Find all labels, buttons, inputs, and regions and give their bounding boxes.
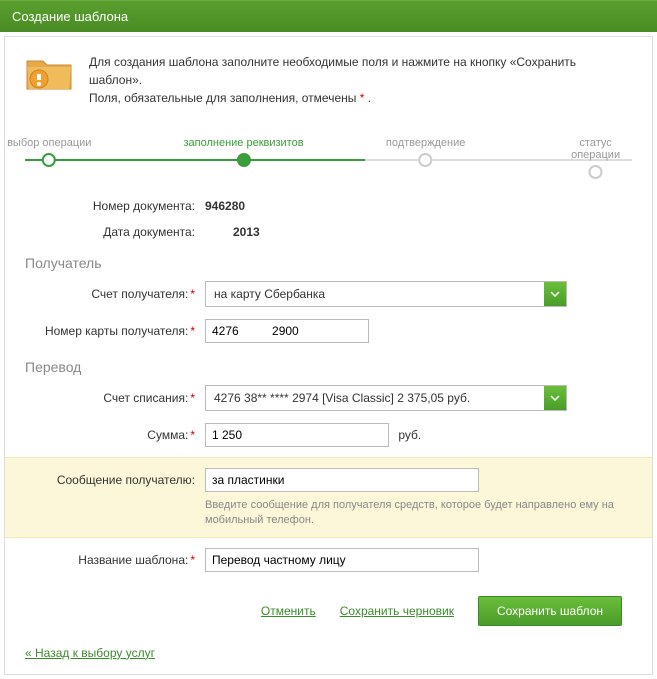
section-recipient: Получатель xyxy=(25,255,632,271)
recipient-account-label: Счет получателя: xyxy=(91,287,188,301)
doc-number-label: Номер документа: xyxy=(25,199,205,213)
progress-steps: выбор операции заполнение реквизитов под… xyxy=(25,137,632,167)
step-status: статус операции xyxy=(571,137,620,182)
message-hint: Введите сообщение для получателя средств… xyxy=(205,494,632,529)
message-label: Сообщение получателю: xyxy=(25,473,205,487)
save-template-button[interactable]: Сохранить шаблон xyxy=(478,596,622,626)
page-title: Создание шаблона xyxy=(12,9,128,24)
recipient-card-label: Номер карты получателя: xyxy=(45,324,188,338)
template-name-label: Название шаблона: xyxy=(78,553,188,567)
intro-text: Для создания шаблона заполните необходим… xyxy=(89,53,632,107)
page-header: Создание шаблона xyxy=(0,0,657,32)
actions-bar: Отменить Сохранить черновик Сохранить ша… xyxy=(5,578,652,640)
amount-input[interactable] xyxy=(205,423,389,447)
chevron-down-icon xyxy=(544,386,566,410)
doc-date-label: Дата документа: xyxy=(25,225,205,239)
save-draft-link[interactable]: Сохранить черновик xyxy=(340,604,454,618)
message-block: Сообщение получателю: Введите сообщение … xyxy=(5,457,652,538)
debit-account-select[interactable]: 4276 38** **** 2974 [Visa Classic] 2 375… xyxy=(205,385,567,411)
recipient-card-input[interactable] xyxy=(205,319,369,343)
chevron-down-icon xyxy=(544,282,566,306)
template-name-input[interactable] xyxy=(205,548,479,572)
step-fill-details: заполнение реквизитов xyxy=(183,137,303,170)
back-link[interactable]: « Назад к выбору услуг xyxy=(25,646,155,660)
amount-label: Сумма: xyxy=(147,428,188,442)
section-transfer: Перевод xyxy=(25,359,632,375)
template-icon xyxy=(25,53,75,93)
cancel-link[interactable]: Отменить xyxy=(261,604,316,618)
step-confirm: подтверждение xyxy=(386,137,465,170)
doc-date-value: 2013 xyxy=(233,225,260,239)
intro-block: Для создания шаблона заполните необходим… xyxy=(5,37,652,117)
debit-account-label: Счет списания: xyxy=(103,391,188,405)
currency-label: руб. xyxy=(398,428,421,442)
message-input[interactable] xyxy=(205,468,479,492)
doc-number-value: 946280 xyxy=(205,199,245,213)
recipient-account-select[interactable]: на карту Сбербанка xyxy=(205,281,567,307)
step-select-operation: выбор операции xyxy=(7,137,91,170)
